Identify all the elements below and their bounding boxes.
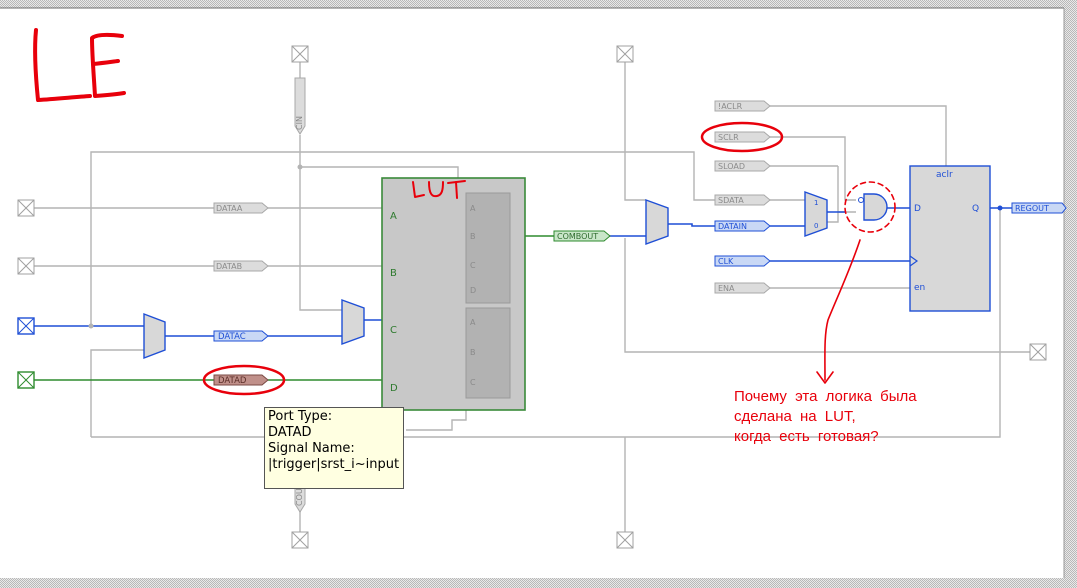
port-dataa-label: DATAA [216, 204, 243, 213]
pad-top-cin[interactable] [291, 45, 309, 63]
lut-sub-pin: B [470, 348, 476, 357]
lut-sub-pin: C [470, 261, 476, 270]
register-pin-aclr: aclr [936, 170, 953, 180]
port-aclr-label: !ACLR [718, 102, 743, 111]
lut-sub-pin: B [470, 232, 476, 241]
port-regout-label: REGOUT [1015, 204, 1049, 213]
port-dataa-tag[interactable]: DATAA [213, 202, 269, 214]
port-datain-tag[interactable]: DATAIN [714, 220, 771, 232]
port-cin-tag[interactable]: CIN [294, 77, 306, 135]
register-pin-q: Q [972, 204, 979, 214]
frame-top-edge [0, 0, 1077, 8]
tooltip-signal-name-value: |trigger|srst_i~input [268, 457, 400, 472]
mux-sload[interactable]: 1 0 [804, 191, 828, 237]
pad-datac[interactable] [17, 317, 35, 335]
port-combout-label: COMBOUT [557, 232, 598, 241]
port-ena-tag[interactable]: ENA [714, 282, 771, 294]
mux-pin-1: 1 [814, 199, 818, 207]
lut-sub-pin: A [470, 318, 476, 327]
lut-pin-c: C [390, 325, 397, 336]
question-line: когда есть готовая? [734, 428, 879, 445]
port-datad-label: DATAD [218, 376, 247, 386]
tooltip-port-type-value: DATAD [268, 425, 312, 440]
register-block[interactable]: aclr D Q en [909, 165, 991, 312]
mux-pin-0: 0 [814, 222, 818, 230]
question-line: сделана на LUT, [734, 408, 856, 425]
mux-combout[interactable] [645, 199, 669, 245]
lut-sub-pin: A [470, 204, 476, 213]
mux-lut-c[interactable] [341, 299, 365, 345]
lut-pin-d: D [390, 383, 398, 394]
port-aclr-tag[interactable]: !ACLR [714, 100, 771, 112]
question-line: Почему эта логика была [734, 388, 917, 405]
port-sclr-tag[interactable]: SCLR [714, 131, 771, 143]
lut-block[interactable]: A B C D A B C D A B C [381, 177, 526, 411]
lut-sub-pin: D [470, 286, 476, 295]
lut-pin-b: B [390, 268, 397, 279]
port-regout-tag[interactable]: REGOUT [1011, 202, 1067, 214]
register-pin-en: en [914, 283, 925, 293]
pad-bottom-right[interactable] [616, 531, 634, 549]
port-ena-label: ENA [718, 284, 735, 293]
port-combout-tag[interactable]: COMBOUT [553, 230, 611, 242]
pad-right-mid[interactable] [1029, 343, 1047, 361]
port-cin-label: CIN [295, 116, 304, 130]
pad-dataa[interactable] [17, 199, 35, 217]
pad-bottom-cout[interactable] [291, 531, 309, 549]
port-datad-tag[interactable]: DATAD [213, 374, 269, 386]
port-sdata-label: SDATA [718, 196, 744, 205]
tooltip-port-type-label: Port Type: [268, 409, 333, 424]
mux-datac[interactable] [143, 312, 166, 360]
lut-pin-a: A [390, 211, 397, 222]
horizontal-scrollbar[interactable] [0, 578, 1077, 588]
port-datac-label: DATAC [218, 332, 246, 342]
port-datab-label: DATAB [216, 262, 242, 271]
port-sload-tag[interactable]: SLOAD [714, 160, 771, 172]
pad-top-right[interactable] [616, 45, 634, 63]
vertical-scrollbar[interactable] [1064, 8, 1077, 581]
register-pin-d: D [914, 204, 921, 214]
port-sclr-label: SCLR [718, 133, 739, 142]
port-tooltip: Port Type: DATAD Signal Name: |trigger|s… [264, 407, 404, 489]
question-annotation: Почему эта логика была сделана на LUT, к… [734, 387, 917, 447]
port-clk-tag[interactable]: CLK [714, 255, 771, 267]
logic-element-diagram: CIN COUT DATAA DATAB DATAC DATAD COMBOUT… [0, 0, 1077, 588]
port-datab-tag[interactable]: DATAB [213, 260, 269, 272]
pad-datab[interactable] [17, 257, 35, 275]
port-sdata-tag[interactable]: SDATA [714, 194, 771, 206]
port-datac-tag[interactable]: DATAC [213, 330, 269, 342]
pad-datad[interactable] [17, 371, 35, 389]
tooltip-signal-name-label: Signal Name: [268, 441, 355, 456]
port-datain-label: DATAIN [718, 222, 747, 231]
port-sload-label: SLOAD [718, 162, 745, 171]
port-clk-label: CLK [718, 257, 734, 266]
lut-sub-pin: C [470, 378, 476, 387]
